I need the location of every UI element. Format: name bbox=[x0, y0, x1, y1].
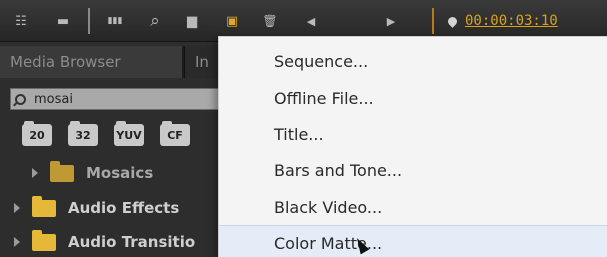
step-back-icon[interactable]: ◀ bbox=[300, 11, 322, 31]
menu-item-bars-and-tone[interactable]: Bars and Tone... bbox=[219, 152, 607, 188]
clear-icon[interactable]: 🗑 bbox=[258, 11, 282, 31]
search-input[interactable]: mosai bbox=[10, 88, 220, 110]
tab-media-browser[interactable]: Media Browser bbox=[0, 46, 182, 78]
find-icon[interactable]: ⌕ bbox=[144, 11, 166, 31]
expand-triangle-icon[interactable] bbox=[14, 203, 20, 213]
tree-item-mosaics[interactable]: Mosaics bbox=[32, 158, 153, 188]
search-icon bbox=[15, 93, 26, 105]
panel-tab-bar: Media Browser In bbox=[0, 46, 226, 78]
search-value: mosai bbox=[34, 91, 73, 107]
tree-item-label: Audio Effects bbox=[68, 199, 180, 217]
tree-item-label: Audio Transitio bbox=[68, 233, 196, 251]
project-panel: Media Browser In mosai 20 32 YUV CF Mosa… bbox=[0, 42, 226, 257]
toolbar-separator bbox=[88, 8, 90, 34]
new-bin-icon[interactable]: ▆ bbox=[180, 11, 204, 31]
bin-button-32[interactable]: 32 bbox=[68, 121, 98, 146]
menu-item-label: Offline File... bbox=[274, 88, 374, 108]
menu-item-title[interactable]: Title... bbox=[219, 116, 607, 152]
tree-item-label: Mosaics bbox=[86, 164, 154, 182]
marker-icon bbox=[446, 14, 459, 28]
menu-item-black-video[interactable]: Black Video... bbox=[219, 189, 607, 225]
bin-filter-buttons: 20 32 YUV CF bbox=[22, 121, 190, 146]
new-item-menu: Sequence... Offline File... Title... Bar… bbox=[218, 36, 607, 257]
tree-item-audio-transitions[interactable]: Audio Transitio bbox=[14, 227, 195, 257]
step-forward-icon[interactable]: ▶ bbox=[380, 11, 402, 31]
bin-button-20[interactable]: 20 bbox=[22, 121, 52, 146]
folder-icon bbox=[50, 160, 74, 182]
tab-label: Media Browser bbox=[10, 53, 121, 71]
menu-item-color-matte[interactable]: Color Matte... bbox=[219, 225, 607, 257]
menu-item-label: Title... bbox=[274, 124, 324, 144]
folder-icon bbox=[32, 195, 56, 217]
tree-item-audio-effects[interactable]: Audio Effects bbox=[14, 193, 179, 223]
new-item-icon[interactable]: ▣ bbox=[220, 11, 244, 31]
menu-item-sequence[interactable]: Sequence... bbox=[219, 43, 607, 79]
menu-item-offline-file[interactable]: Offline File... bbox=[219, 80, 607, 116]
timecode-value[interactable]: 00:00:03:10 bbox=[465, 13, 558, 29]
icon-view-icon[interactable]: ▬ bbox=[50, 11, 76, 31]
bin-button-cf[interactable]: CF bbox=[160, 121, 190, 146]
bin-button-yuv[interactable]: YUV bbox=[114, 121, 144, 146]
folder-icon bbox=[32, 229, 56, 251]
timecode-display[interactable]: 00:00:03:10 bbox=[446, 11, 558, 31]
menu-item-label: Bars and Tone... bbox=[274, 160, 403, 180]
expand-triangle-icon[interactable] bbox=[14, 237, 20, 247]
menu-item-label: Sequence... bbox=[274, 51, 369, 71]
expand-triangle-icon[interactable] bbox=[32, 168, 38, 178]
menu-item-label: Black Video... bbox=[274, 197, 383, 217]
tab-label: In bbox=[195, 53, 209, 71]
list-view-icon[interactable]: ☷ bbox=[8, 11, 34, 31]
automate-icon[interactable]: ▮▮▮ bbox=[100, 11, 130, 31]
toolbar-separator bbox=[432, 8, 434, 34]
